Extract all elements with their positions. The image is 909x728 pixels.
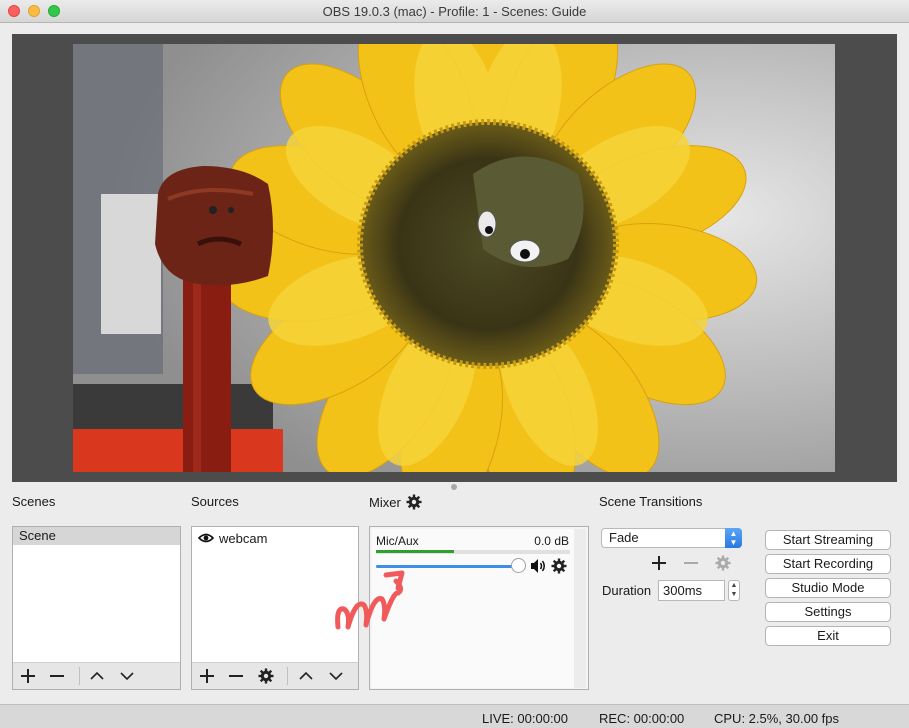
toolbar-divider: [287, 667, 288, 685]
webcam-preview-image: [73, 44, 835, 472]
exit-button[interactable]: Exit: [765, 626, 891, 646]
scenes-dock-title: Scenes: [12, 494, 56, 509]
transition-selected: Fade: [609, 530, 639, 545]
source-item[interactable]: webcam: [192, 527, 358, 549]
remove-scene-button[interactable]: [47, 666, 67, 686]
mixer-channel-name: Mic/Aux: [376, 534, 419, 548]
mixer-channel-db: 0.0 dB: [534, 534, 569, 548]
move-scene-down-button[interactable]: [117, 666, 137, 686]
audio-mixer: Mic/Aux 0.0 dB: [335, 526, 589, 690]
remove-transition-button[interactable]: [681, 553, 701, 573]
volume-meter-level: [376, 550, 454, 553]
plus-icon: [21, 669, 35, 683]
chevron-down-icon: [329, 672, 343, 681]
volume-slider-fill: [376, 565, 521, 568]
sources-dock-title: Sources: [191, 494, 239, 509]
toolbar-divider: [79, 667, 80, 685]
chevron-up-icon: [90, 671, 104, 680]
live-status: LIVE: 00:00:00: [482, 711, 569, 726]
eye-icon[interactable]: [198, 532, 214, 544]
sources-toolbar: [192, 662, 358, 689]
chevron-updown-icon: ▲ ▼: [725, 528, 742, 548]
plus-icon: [652, 556, 666, 570]
preview-area[interactable]: [12, 34, 897, 482]
source-name: webcam: [219, 530, 268, 546]
remove-source-button[interactable]: [226, 666, 246, 686]
studio-mode-button[interactable]: Studio Mode: [765, 578, 891, 598]
add-transition-button[interactable]: [649, 553, 669, 573]
settings-button[interactable]: Settings: [765, 602, 891, 622]
start-recording-button[interactable]: Start Recording: [765, 554, 891, 574]
gear-icon[interactable]: [551, 558, 567, 574]
transition-properties-button[interactable]: [713, 553, 733, 573]
window-title: OBS 19.0.3 (mac) - Profile: 1 - Scenes: …: [322, 4, 587, 19]
volume-slider[interactable]: [376, 565, 521, 568]
volume-slider-handle[interactable]: [511, 558, 526, 573]
speaker-icon[interactable]: [530, 558, 547, 574]
rec-status: REC: 00:00:00: [599, 711, 685, 726]
minus-icon: [50, 675, 64, 677]
scene-item[interactable]: Scene: [13, 527, 180, 545]
move-source-up-button[interactable]: [296, 666, 316, 686]
gear-icon: [258, 668, 274, 684]
cpu-status: CPU: 2.5%, 30.00 fps: [714, 711, 840, 726]
preview-canvas[interactable]: [73, 44, 835, 472]
duration-label: Duration: [602, 583, 652, 598]
plus-icon: [200, 669, 214, 683]
mixer-channel: Mic/Aux 0.0 dB: [335, 529, 574, 688]
mixer-scrollbar[interactable]: [574, 529, 586, 688]
scenes-list[interactable]: Scene: [12, 526, 181, 690]
source-properties-button[interactable]: [256, 666, 276, 686]
duration-input[interactable]: 300ms: [658, 580, 725, 601]
volume-meter: [376, 550, 570, 554]
splitter-handle[interactable]: [451, 484, 457, 490]
move-source-down-button[interactable]: [326, 666, 346, 686]
transitions-dock-title: Scene Transitions: [599, 494, 703, 509]
gear-icon: [715, 555, 731, 571]
chevron-up-icon: [299, 671, 313, 680]
mixer-title-label: Mixer: [369, 494, 401, 510]
add-scene-button[interactable]: [18, 666, 38, 686]
chevron-down-icon: [120, 672, 134, 681]
add-source-button[interactable]: [197, 666, 217, 686]
gear-icon[interactable]: [406, 494, 422, 510]
minus-icon: [229, 675, 243, 677]
status-bar: LIVE: 00:00:00 REC: 00:00:00 CPU: 2.5%, …: [0, 704, 909, 728]
mixer-dock-title: Mixer: [369, 494, 422, 510]
title-bar: OBS 19.0.3 (mac) - Profile: 1 - Scenes: …: [0, 0, 909, 23]
annotation-scribble-icon: [335, 570, 405, 630]
scenes-toolbar: [13, 662, 180, 689]
minus-icon: [684, 562, 698, 564]
move-scene-up-button[interactable]: [87, 666, 107, 686]
transition-select[interactable]: Fade ▲ ▼: [601, 528, 742, 548]
start-streaming-button[interactable]: Start Streaming: [765, 530, 891, 550]
duration-stepper[interactable]: ▲ ▼: [728, 580, 740, 601]
